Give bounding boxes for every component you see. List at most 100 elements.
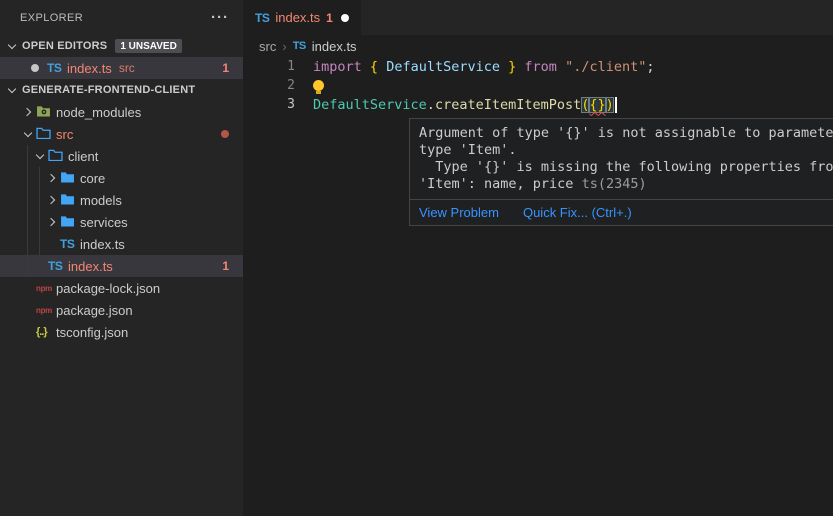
ts-file-icon: TS — [48, 259, 62, 273]
npm-icon: npm — [36, 306, 52, 315]
json-braces-icon: {..} — [36, 326, 47, 338]
tree-item-services[interactable]: services — [0, 211, 243, 233]
code-line-3[interactable]: 3 DefaultService.createItemItemPost({}) — [243, 95, 833, 114]
explorer-sidebar: EXPLORER ··· OPEN EDITORS 1 UNSAVED TS i… — [0, 0, 243, 516]
modified-dot-icon — [31, 64, 39, 72]
more-actions-icon[interactable]: ··· — [211, 13, 229, 23]
tree-item-label: package.json — [56, 303, 133, 318]
tree-item-label: src — [56, 127, 73, 142]
chevron-down-icon[interactable] — [4, 89, 20, 92]
tree-item-label: package-lock.json — [56, 281, 160, 296]
error-message-line: Argument of type '{}' is not assignable … — [419, 125, 833, 142]
error-dot-icon — [221, 130, 229, 138]
chevron-down-icon[interactable] — [32, 155, 48, 158]
tab-error-count: 1 — [326, 11, 333, 25]
line-number: 2 — [243, 78, 295, 93]
text-cursor — [615, 97, 617, 113]
folder-open-icon — [48, 149, 63, 164]
tree-item-label: node_modules — [56, 105, 141, 120]
breadcrumb-separator: › — [282, 39, 286, 54]
code-token: DefaultService — [386, 59, 500, 75]
hover-actions: View Problem Quick Fix... (Ctrl+.) — [410, 199, 833, 225]
tree-item-label: tsconfig.json — [56, 325, 128, 340]
ts-file-icon: TS — [60, 237, 74, 251]
tree-item-core[interactable]: core — [0, 167, 243, 189]
tab-index-ts[interactable]: TS index.ts 1 — [243, 0, 361, 35]
error-count-badge: 1 — [222, 259, 229, 273]
code-token: } — [508, 59, 516, 75]
file-tree: node_modulessrcclientcoremodelsservicesT… — [0, 101, 243, 343]
project-label: GENERATE-FRONTEND-CLIENT — [22, 84, 195, 96]
tree-item-client[interactable]: client — [0, 145, 243, 167]
open-editors-label: OPEN EDITORS — [22, 40, 107, 52]
error-message: Argument of type '{}' is not assignable … — [410, 119, 833, 199]
code-token: ) — [606, 97, 614, 113]
tree-item-package.json[interactable]: npm package.json — [0, 299, 243, 321]
error-message-line: Type '{}' is missing the following prope… — [419, 159, 833, 176]
folder-icon — [60, 193, 75, 208]
view-problem-link[interactable]: View Problem — [419, 205, 499, 220]
code-token: createItemItemPost — [435, 97, 581, 113]
chevron-right-icon[interactable] — [44, 219, 60, 225]
unsaved-badge: 1 UNSAVED — [115, 39, 182, 53]
chevron-down-icon[interactable] — [20, 133, 36, 136]
code-token: {} — [589, 97, 605, 113]
code-token — [362, 59, 370, 75]
folder-icon — [60, 215, 75, 230]
tree-item-node_modules[interactable]: node_modules — [0, 101, 243, 123]
tree-item-package-lock.json[interactable]: npm package-lock.json — [0, 277, 243, 299]
chevron-right-icon[interactable] — [44, 175, 60, 181]
code-token — [557, 59, 565, 75]
open-editors-section-header[interactable]: OPEN EDITORS 1 UNSAVED — [0, 35, 243, 57]
tree-item-models[interactable]: models — [0, 189, 243, 211]
editor-tab-bar: TS index.ts 1 — [243, 0, 833, 35]
code-text: import { DefaultService } from "./client… — [313, 59, 655, 75]
breadcrumb: src › TS index.ts — [243, 35, 833, 57]
quick-fix-link[interactable]: Quick Fix... (Ctrl+.) — [523, 205, 632, 220]
ts-file-icon: TS — [47, 61, 67, 75]
chevron-right-icon[interactable] — [44, 197, 60, 203]
npm-icon: npm — [36, 284, 52, 293]
code-token: . — [427, 97, 435, 113]
tree-item-index.ts[interactable]: TSindex.ts1 — [0, 255, 243, 277]
code-token: ( — [581, 97, 589, 113]
code-text: DefaultService.createItemItemPost({}) — [313, 97, 617, 113]
line-number: 3 — [243, 97, 295, 112]
tree-item-src[interactable]: src — [0, 123, 243, 145]
tree-item-label: index.ts — [80, 237, 125, 252]
project-section-header[interactable]: GENERATE-FRONTEND-CLIENT — [0, 79, 243, 101]
chevron-right-icon[interactable] — [20, 109, 36, 115]
code-token — [378, 59, 386, 75]
code-line-2[interactable]: 2 — [243, 76, 833, 95]
open-editor-description: src — [119, 61, 135, 75]
code-text — [313, 80, 324, 91]
folder-open-icon — [36, 127, 51, 142]
code-token — [500, 59, 508, 75]
unsaved-dot-icon[interactable] — [341, 14, 349, 22]
breadcrumb-item-src[interactable]: src — [259, 39, 276, 54]
open-editor-item-index-ts[interactable]: TS index.ts src 1 — [0, 57, 243, 79]
ts-file-icon: TS — [293, 40, 306, 52]
line-number: 1 — [243, 59, 295, 74]
breadcrumb-item-file[interactable]: index.ts — [312, 39, 357, 54]
code-token: "./client" — [565, 59, 646, 75]
tree-item-label: core — [80, 171, 105, 186]
code-editor[interactable]: 1 import { DefaultService } from "./clien… — [243, 57, 833, 114]
error-hover-tooltip: Argument of type '{}' is not assignable … — [409, 118, 833, 226]
code-line-1[interactable]: 1 import { DefaultService } from "./clien… — [243, 57, 833, 76]
code-token: DefaultService — [313, 97, 427, 113]
node-modules-folder-icon — [36, 105, 51, 120]
tree-item-label: models — [80, 193, 122, 208]
tree-item-tsconfig.json[interactable]: {..} tsconfig.json — [0, 321, 243, 343]
tab-label: index.ts — [275, 10, 320, 25]
open-editor-label: index.ts — [67, 61, 112, 76]
tree-item-label: client — [68, 149, 98, 164]
lightbulb-icon[interactable] — [313, 80, 324, 91]
explorer-header: EXPLORER ··· — [0, 0, 243, 35]
code-token: ; — [646, 59, 654, 75]
tree-item-index.ts[interactable]: TS index.ts — [0, 233, 243, 255]
error-message-line: 'Item': name, price ts(2345) — [419, 176, 833, 193]
indent-guide — [27, 145, 28, 277]
chevron-down-icon[interactable] — [4, 45, 20, 48]
code-token: from — [524, 59, 557, 75]
